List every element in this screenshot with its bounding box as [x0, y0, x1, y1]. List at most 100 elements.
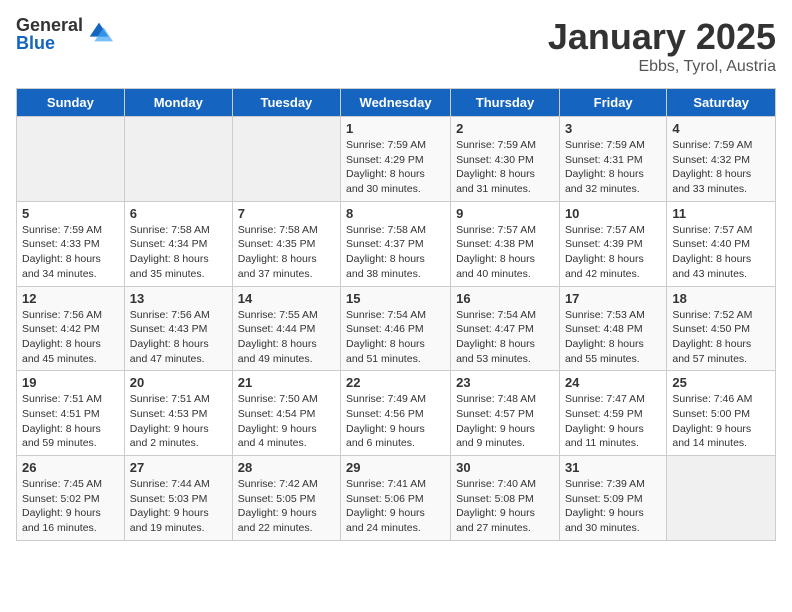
day-number: 30: [456, 460, 554, 475]
day-number: 15: [346, 291, 445, 306]
calendar-week-row: 26 Sunrise: 7:45 AM Sunset: 5:02 PM Dayli…: [17, 456, 776, 541]
day-number: 13: [130, 291, 227, 306]
calendar-cell: 10 Sunrise: 7:57 AM Sunset: 4:39 PM Dayli…: [559, 201, 666, 286]
day-info: Sunrise: 7:45 AM Sunset: 5:02 PM Dayligh…: [22, 477, 119, 536]
calendar-cell: 6Sunrise: 7:58 AM Sunset: 4:34 PM Daylig…: [124, 201, 232, 286]
day-info: Sunrise: 7:59 AM Sunset: 4:32 PM Dayligh…: [672, 138, 770, 197]
calendar-cell: 23 Sunrise: 7:48 AM Sunset: 4:57 PM Dayli…: [451, 371, 560, 456]
calendar-cell: 30 Sunrise: 7:40 AM Sunset: 5:08 PM Dayli…: [451, 456, 560, 541]
day-number: 28: [238, 460, 335, 475]
month-title: January 2025: [548, 16, 776, 58]
day-info: Sunrise: 7:59 AM Sunset: 4:29 PM Dayligh…: [346, 138, 445, 197]
calendar-cell: 7Sunrise: 7:58 AM Sunset: 4:35 PM Daylig…: [232, 201, 340, 286]
calendar-week-row: 5 Sunrise: 7:59 AM Sunset: 4:33 PM Daylig…: [17, 201, 776, 286]
day-info: Sunrise: 7:44 AM Sunset: 5:03 PM Dayligh…: [130, 477, 227, 536]
day-number: 14: [238, 291, 335, 306]
day-info: Sunrise: 7:57 AM Sunset: 4:38 PM Dayligh…: [456, 223, 554, 282]
day-info: Sunrise: 7:57 AM Sunset: 4:40 PM Dayligh…: [672, 223, 770, 282]
calendar-cell: 22 Sunrise: 7:49 AM Sunset: 4:56 PM Dayli…: [341, 371, 451, 456]
calendar-cell: 25 Sunrise: 7:46 AM Sunset: 5:00 PM Dayli…: [667, 371, 776, 456]
day-info: Sunrise: 7:46 AM Sunset: 5:00 PM Dayligh…: [672, 392, 770, 451]
day-number: 22: [346, 375, 445, 390]
day-info: Sunrise: 7:52 AM Sunset: 4:50 PM Dayligh…: [672, 308, 770, 367]
day-number: 11: [672, 206, 770, 221]
calendar-cell: 24 Sunrise: 7:47 AM Sunset: 4:59 PM Dayli…: [559, 371, 666, 456]
day-number: 18: [672, 291, 770, 306]
calendar-cell: 14 Sunrise: 7:55 AM Sunset: 4:44 PM Dayli…: [232, 286, 340, 371]
day-number: 26: [22, 460, 119, 475]
day-info: Sunrise: 7:59 AM Sunset: 4:33 PM Dayligh…: [22, 223, 119, 282]
calendar-table: SundayMondayTuesdayWednesdayThursdayFrid…: [16, 88, 776, 541]
weekday-header: Sunday: [17, 89, 125, 117]
day-number: 24: [565, 375, 661, 390]
day-info: Sunrise: 7:55 AM Sunset: 4:44 PM Dayligh…: [238, 308, 335, 367]
day-info: Sunrise: 7:51 AM Sunset: 4:53 PM Dayligh…: [130, 392, 227, 451]
day-info: Sunrise: 7:56 AM Sunset: 4:42 PM Dayligh…: [22, 308, 119, 367]
logo-text: General Blue: [16, 16, 83, 52]
calendar-week-row: 19 Sunrise: 7:51 AM Sunset: 4:51 PM Dayli…: [17, 371, 776, 456]
weekday-header: Thursday: [451, 89, 560, 117]
weekday-header: Monday: [124, 89, 232, 117]
day-number: 25: [672, 375, 770, 390]
calendar-cell: [232, 117, 340, 202]
day-number: 29: [346, 460, 445, 475]
day-info: Sunrise: 7:50 AM Sunset: 4:54 PM Dayligh…: [238, 392, 335, 451]
day-number: 27: [130, 460, 227, 475]
day-info: Sunrise: 7:51 AM Sunset: 4:51 PM Dayligh…: [22, 392, 119, 451]
calendar-cell: 3 Sunrise: 7:59 AM Sunset: 4:31 PM Daylig…: [559, 117, 666, 202]
day-info: Sunrise: 7:59 AM Sunset: 4:30 PM Dayligh…: [456, 138, 554, 197]
day-number: 12: [22, 291, 119, 306]
day-number: 9: [456, 206, 554, 221]
day-info: Sunrise: 7:54 AM Sunset: 4:47 PM Dayligh…: [456, 308, 554, 367]
day-number: 20: [130, 375, 227, 390]
calendar-cell: 28 Sunrise: 7:42 AM Sunset: 5:05 PM Dayli…: [232, 456, 340, 541]
day-number: 1: [346, 121, 445, 136]
calendar-cell: 9 Sunrise: 7:57 AM Sunset: 4:38 PM Daylig…: [451, 201, 560, 286]
calendar-cell: 1 Sunrise: 7:59 AM Sunset: 4:29 PM Daylig…: [341, 117, 451, 202]
day-number: 16: [456, 291, 554, 306]
day-number: 5: [22, 206, 119, 221]
day-info: Sunrise: 7:42 AM Sunset: 5:05 PM Dayligh…: [238, 477, 335, 536]
weekday-header: Saturday: [667, 89, 776, 117]
calendar-week-row: 1 Sunrise: 7:59 AM Sunset: 4:29 PM Daylig…: [17, 117, 776, 202]
calendar-cell: [667, 456, 776, 541]
day-info: Sunrise: 7:48 AM Sunset: 4:57 PM Dayligh…: [456, 392, 554, 451]
day-number: 6: [130, 206, 227, 221]
day-info: Sunrise: 7:59 AM Sunset: 4:31 PM Dayligh…: [565, 138, 661, 197]
day-number: 19: [22, 375, 119, 390]
title-block: January 2025 Ebbs, Tyrol, Austria: [548, 16, 776, 76]
day-info: Sunrise: 7:39 AM Sunset: 5:09 PM Dayligh…: [565, 477, 661, 536]
day-info: Sunrise: 7:41 AM Sunset: 5:06 PM Dayligh…: [346, 477, 445, 536]
calendar-cell: 26 Sunrise: 7:45 AM Sunset: 5:02 PM Dayli…: [17, 456, 125, 541]
day-info: Sunrise: 7:49 AM Sunset: 4:56 PM Dayligh…: [346, 392, 445, 451]
day-number: 23: [456, 375, 554, 390]
day-number: 2: [456, 121, 554, 136]
location: Ebbs, Tyrol, Austria: [548, 58, 776, 76]
weekday-header: Friday: [559, 89, 666, 117]
weekday-header: Tuesday: [232, 89, 340, 117]
day-number: 31: [565, 460, 661, 475]
day-info: Sunrise: 7:57 AM Sunset: 4:39 PM Dayligh…: [565, 223, 661, 282]
calendar-cell: 11 Sunrise: 7:57 AM Sunset: 4:40 PM Dayli…: [667, 201, 776, 286]
calendar-cell: 12 Sunrise: 7:56 AM Sunset: 4:42 PM Dayli…: [17, 286, 125, 371]
day-number: 4: [672, 121, 770, 136]
calendar-cell: 31 Sunrise: 7:39 AM Sunset: 5:09 PM Dayli…: [559, 456, 666, 541]
day-number: 10: [565, 206, 661, 221]
day-info: Sunrise: 7:47 AM Sunset: 4:59 PM Dayligh…: [565, 392, 661, 451]
calendar-cell: 2 Sunrise: 7:59 AM Sunset: 4:30 PM Daylig…: [451, 117, 560, 202]
day-info: Sunrise: 7:40 AM Sunset: 5:08 PM Dayligh…: [456, 477, 554, 536]
calendar-week-row: 12 Sunrise: 7:56 AM Sunset: 4:42 PM Dayli…: [17, 286, 776, 371]
weekday-header: Wednesday: [341, 89, 451, 117]
day-info: Sunrise: 7:58 AM Sunset: 4:35 PM Dayligh…: [238, 223, 335, 282]
calendar-cell: 19 Sunrise: 7:51 AM Sunset: 4:51 PM Dayli…: [17, 371, 125, 456]
calendar-cell: 4 Sunrise: 7:59 AM Sunset: 4:32 PM Daylig…: [667, 117, 776, 202]
day-number: 3: [565, 121, 661, 136]
logo-blue: Blue: [16, 34, 83, 52]
calendar-cell: 5 Sunrise: 7:59 AM Sunset: 4:33 PM Daylig…: [17, 201, 125, 286]
day-info: Sunrise: 7:53 AM Sunset: 4:48 PM Dayligh…: [565, 308, 661, 367]
calendar-cell: 17 Sunrise: 7:53 AM Sunset: 4:48 PM Dayli…: [559, 286, 666, 371]
calendar-cell: 29 Sunrise: 7:41 AM Sunset: 5:06 PM Dayli…: [341, 456, 451, 541]
calendar-cell: 13Sunrise: 7:56 AM Sunset: 4:43 PM Dayli…: [124, 286, 232, 371]
day-info: Sunrise: 7:58 AM Sunset: 4:37 PM Dayligh…: [346, 223, 445, 282]
day-number: 17: [565, 291, 661, 306]
